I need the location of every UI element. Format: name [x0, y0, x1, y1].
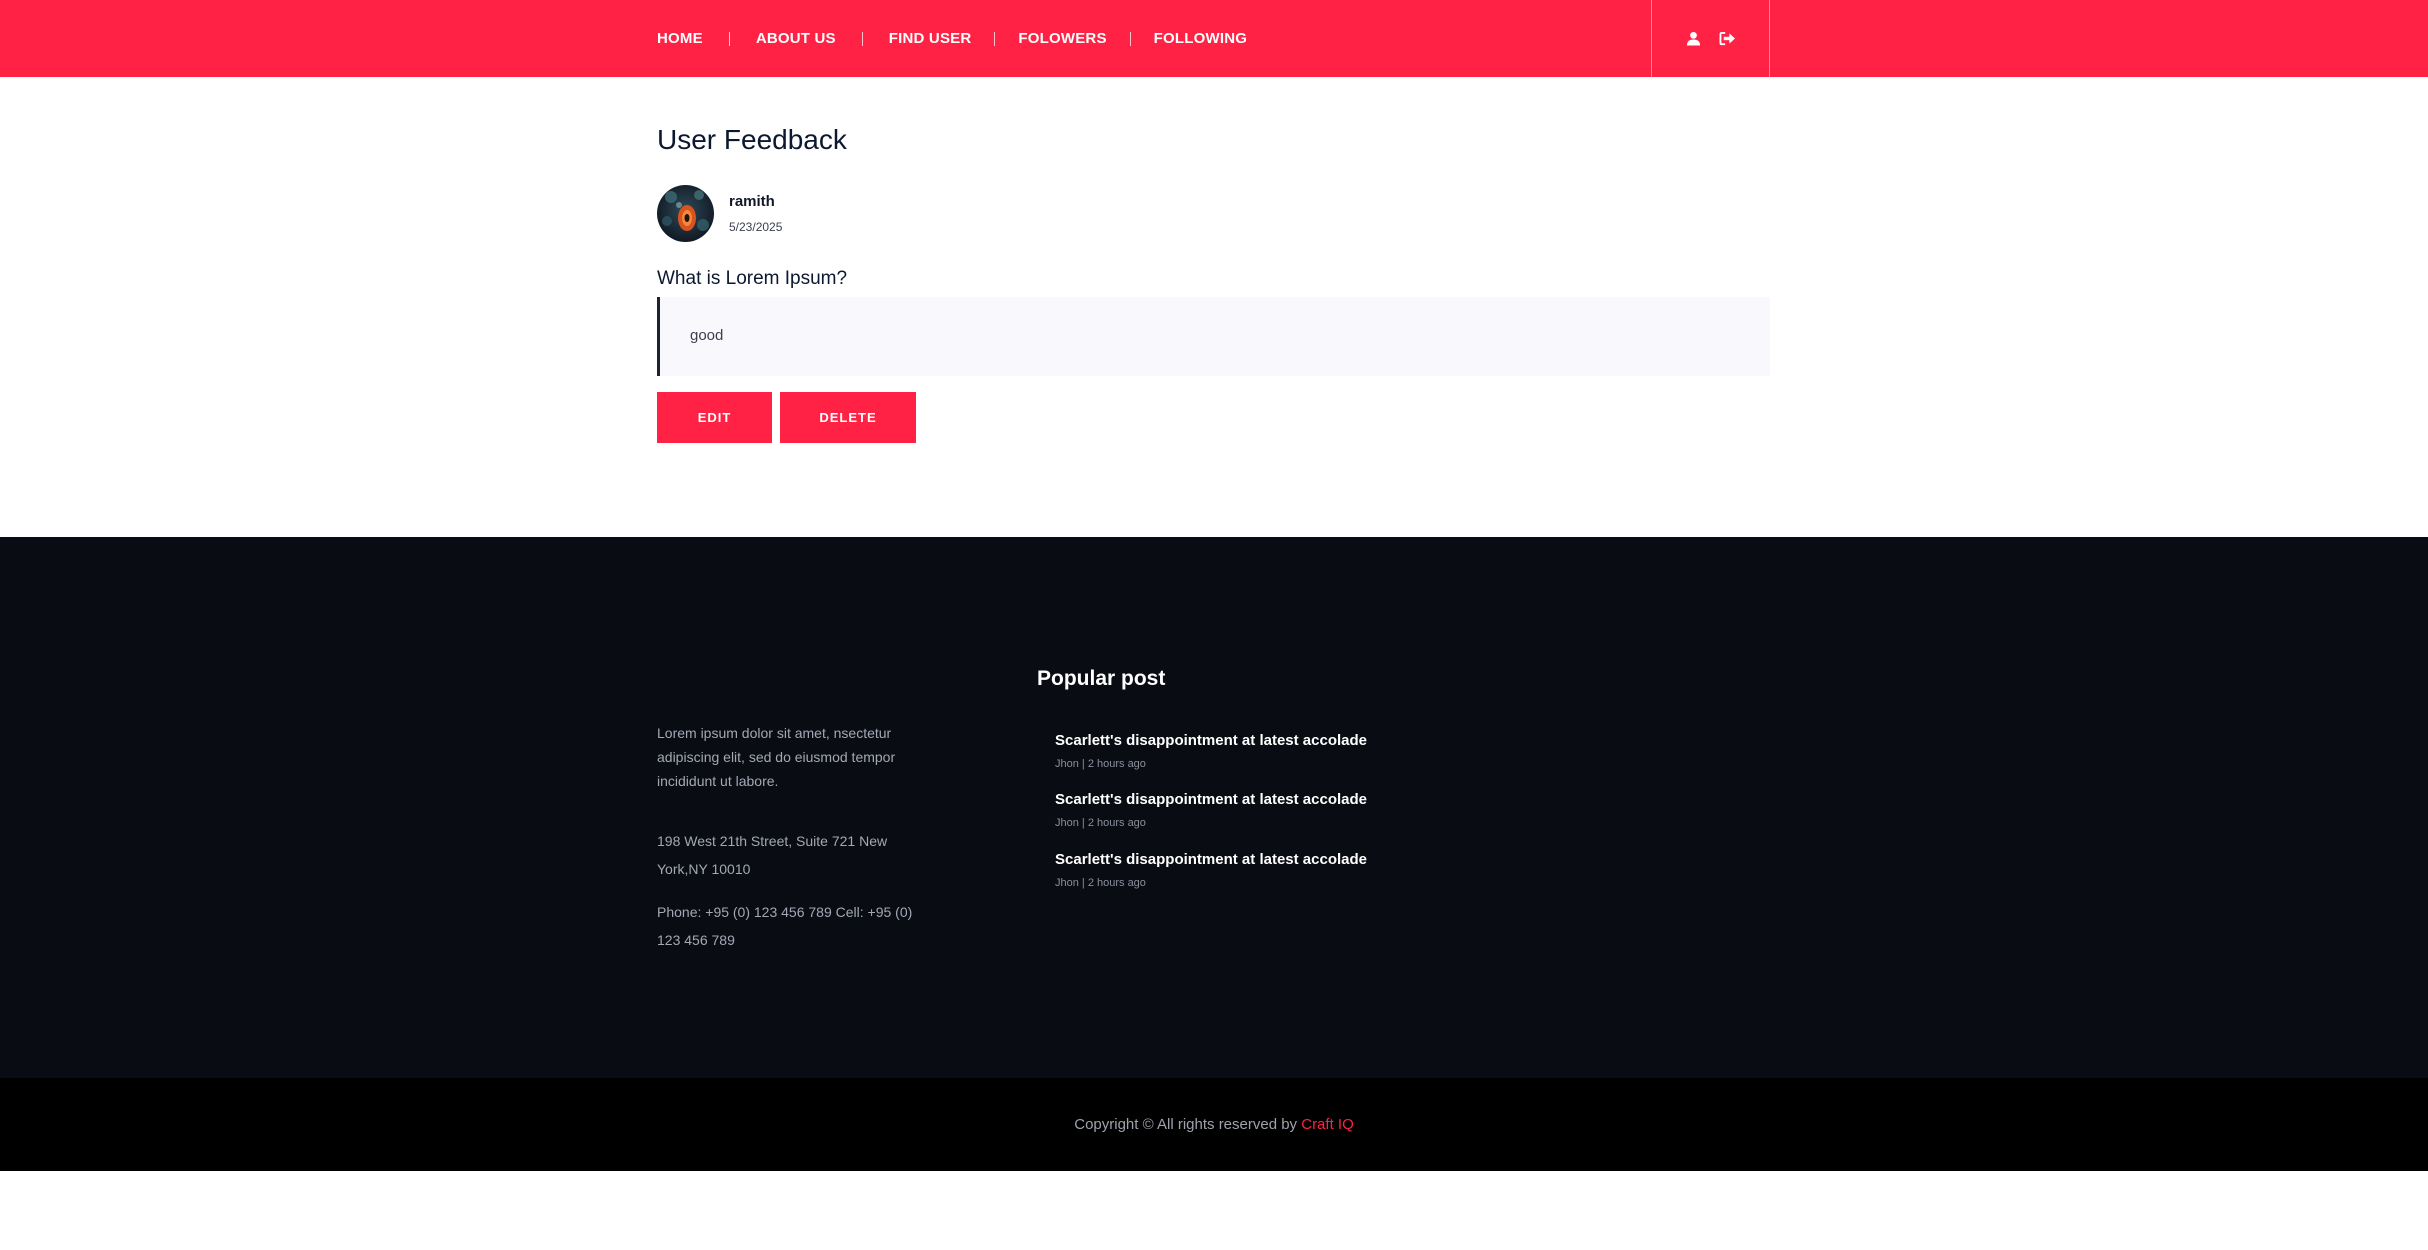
nav-divider — [994, 31, 996, 46]
popular-post-title[interactable]: Scarlett's disappointment at latest acco… — [1055, 732, 1367, 749]
feedback-username: ramith — [729, 193, 775, 210]
feedback-answer-text: good — [690, 327, 724, 344]
nav-divider — [1129, 31, 1131, 46]
avatar — [657, 185, 714, 242]
page-title: User Feedback — [657, 124, 847, 155]
nav-find-user-link[interactable]: FIND USER — [889, 30, 972, 47]
nav-divider — [728, 31, 730, 46]
edit-button[interactable]: EDIT — [657, 392, 772, 443]
copyright-label: Copyright © All rights reserved by — [1074, 1116, 1302, 1133]
footer-phone: Phone: +95 (0) 123 456 789 Cell: +95 (0)… — [657, 904, 913, 948]
footer-about-text: Lorem ipsum dolor sit amet, nsectetur ad… — [657, 725, 896, 789]
popular-post-item[interactable]: Scarlett's disappointment at latest acco… — [1055, 791, 1367, 829]
nav-followers-link[interactable]: FOLOWERS — [1018, 30, 1106, 47]
header-icon-group — [1651, 0, 1770, 77]
brand-link[interactable]: Craft IQ — [1301, 1116, 1354, 1133]
delete-button[interactable]: DELETE — [780, 392, 916, 443]
popular-post-meta: Jhon | 2 hours ago — [1055, 817, 1146, 829]
popular-post-title[interactable]: Scarlett's disappointment at latest acco… — [1055, 851, 1367, 868]
popular-post-item[interactable]: Scarlett's disappointment at latest acco… — [1055, 851, 1367, 889]
main-nav: HOME ABOUT US FIND USER FOLOWERS FOLLOWI… — [657, 0, 1247, 77]
copyright-text: Copyright © All rights reserved by Craft… — [1074, 1116, 1354, 1133]
feedback-question: What is Lorem Ipsum? — [657, 268, 848, 289]
popular-post-heading: Popular post — [1037, 667, 1166, 690]
popular-post-item[interactable]: Scarlett's disappointment at latest acco… — [1055, 732, 1367, 770]
nav-home-link[interactable]: HOME — [657, 30, 703, 47]
popular-post-meta: Jhon | 2 hours ago — [1055, 877, 1146, 889]
feedback-answer-block: good — [657, 297, 1770, 376]
popular-post-meta: Jhon | 2 hours ago — [1055, 758, 1146, 770]
sign-out-icon[interactable] — [1719, 30, 1737, 48]
popular-post-title[interactable]: Scarlett's disappointment at latest acco… — [1055, 791, 1367, 808]
feedback-date: 5/23/2025 — [729, 220, 783, 234]
footer-address: 198 West 21th Street, Suite 721 New York… — [657, 833, 888, 877]
copyright-bar: Copyright © All rights reserved by Craft… — [0, 1078, 2428, 1171]
nav-divider — [861, 31, 863, 46]
user-icon[interactable] — [1685, 30, 1703, 48]
nav-following-link[interactable]: FOLLOWING — [1154, 30, 1247, 47]
top-navbar: HOME ABOUT US FIND USER FOLOWERS FOLLOWI… — [0, 0, 2428, 77]
nav-about-us-link[interactable]: ABOUT US — [756, 30, 836, 47]
